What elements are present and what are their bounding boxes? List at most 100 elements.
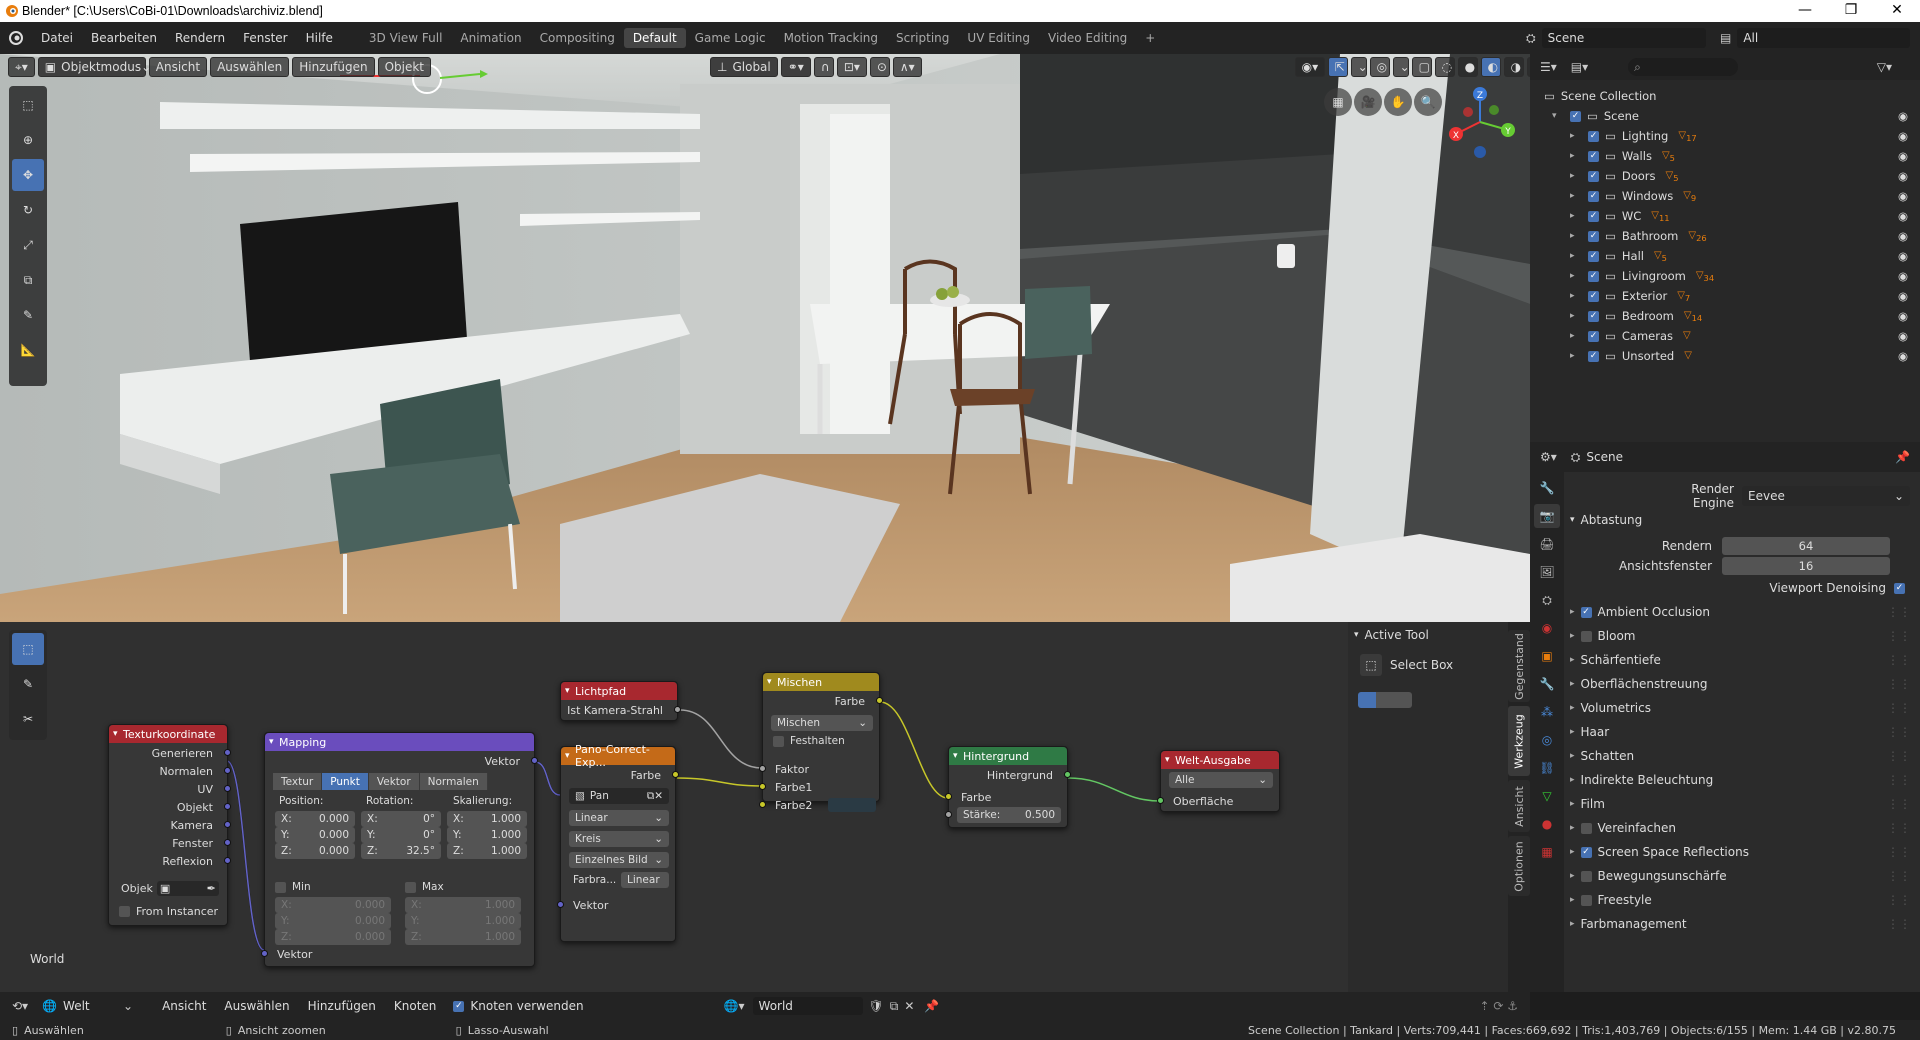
image-actions-icon[interactable]: ⧉✕ [647, 790, 663, 803]
menu-fenster[interactable]: Fenster [234, 31, 297, 45]
workspace-tab[interactable]: Compositing [531, 28, 624, 48]
data-tab[interactable]: ▽ [1534, 784, 1560, 808]
mapping-max-x-field[interactable]: X: 1.000 [405, 897, 521, 913]
node-header[interactable]: Welt-Ausgabe [1161, 751, 1279, 769]
snap-dropdown[interactable]: ⊡▾ [836, 57, 867, 77]
mapping-scale-z-field[interactable]: Z: 1.000 [447, 843, 527, 859]
viewlayer-selector[interactable]: ▤ All [1720, 27, 1910, 49]
panel-vereinfachen[interactable]: ▸ Vereinfachen ⋮⋮ [1570, 818, 1915, 838]
use-nodes-checkbox[interactable]: ✓ [453, 1000, 465, 1012]
panel-bloom[interactable]: ▸ Bloom ⋮⋮ [1570, 626, 1915, 646]
outliner-collection-walls[interactable]: ▸ ✓ ▭ Walls ▽5 ◉ [1530, 146, 1920, 166]
select-mode-extend[interactable] [1376, 692, 1394, 708]
mapping-position-y-field[interactable]: Y: 0.000 [275, 827, 355, 843]
shading-material[interactable]: ◐ [1480, 57, 1501, 77]
editor-type-icon[interactable]: ⟲▾ [12, 999, 28, 1013]
falloff-dropdown[interactable]: ∧▾ [892, 57, 922, 77]
menu-rendern[interactable]: Rendern [166, 31, 234, 45]
outliner-collection-exterior[interactable]: ▸ ✓ ▭ Exterior ▽7 ◉ [1530, 286, 1920, 306]
tab-normalen[interactable]: Normalen [419, 773, 488, 790]
mapping-min-z-field[interactable]: Z: 0.000 [275, 929, 391, 945]
input-socket[interactable] [759, 765, 766, 772]
visibility-dropdown[interactable]: ◉▾ [1294, 57, 1325, 77]
drag-handle-icon[interactable]: ⋮⋮ [1887, 893, 1911, 907]
perspective-toggle[interactable]: ▦ [1324, 88, 1352, 116]
outliner-collection-cameras[interactable]: ▸ ✓ ▭ Cameras ▽ ◉ [1530, 326, 1920, 346]
display-mode-icon[interactable]: ▤▾ [1571, 60, 1588, 74]
mapping-rotation-x-field[interactable]: X: 0° [361, 811, 441, 827]
node-header[interactable]: Texturkoordinate [109, 725, 227, 743]
input-socket[interactable] [557, 901, 564, 908]
chevron-right-icon[interactable]: ▸ [1570, 271, 1582, 281]
mapping-scale-y-field[interactable]: Y: 1.000 [447, 827, 527, 843]
mapping-min-y-field[interactable]: Y: 0.000 [275, 913, 391, 929]
drag-handle-icon[interactable]: ⋮⋮ [1887, 653, 1911, 667]
close-button[interactable]: ✕ [1874, 0, 1920, 22]
output-socket[interactable] [674, 706, 681, 713]
eyedropper-icon[interactable]: ✒ [207, 882, 216, 895]
view-layer-tab[interactable]: 🖼 [1534, 560, 1560, 584]
tab-optionen[interactable]: Optionen [1508, 836, 1530, 896]
proportional-toggle[interactable]: ⊙ [869, 57, 890, 77]
chevron-right-icon[interactable]: ▸ [1570, 311, 1582, 321]
node-light-path[interactable]: Lichtpfad Ist Kamera-Strahl [560, 681, 681, 721]
outliner-search-input[interactable]: ⌕ [1628, 58, 1739, 76]
viewlayer-name-field[interactable]: All [1737, 28, 1910, 48]
outliner-collection-bedroom[interactable]: ▸ ✓ ▭ Bedroom ▽14 ◉ [1530, 306, 1920, 326]
output-socket[interactable] [224, 857, 231, 864]
node-background[interactable]: Hintergrund Hintergrund Farbe Stärke: 0.5… [945, 746, 1071, 828]
viewport-denoising-checkbox[interactable]: ✓ [1894, 582, 1905, 594]
node-world-output[interactable]: Welt-Ausgabe Alle ⌄ Oberfläche [1157, 750, 1280, 812]
drag-handle-icon[interactable]: ⋮⋮ [1887, 749, 1911, 763]
output-socket[interactable] [224, 785, 231, 792]
workspace-tab[interactable]: Animation [451, 28, 530, 48]
panel-enable-checkbox[interactable] [1580, 870, 1592, 882]
tab-vektor[interactable]: Vektor [368, 773, 420, 790]
object-field[interactable]: ▣ ✒ [156, 880, 219, 896]
node-environment-texture[interactable]: Pano-Correct-Exp... Farbe ▧ Pan ⧉✕ Linear ⌄… [557, 743, 679, 942]
eye-icon[interactable]: ◉ [1898, 209, 1908, 223]
mapping-min-x-field[interactable]: X: 0.000 [275, 897, 391, 913]
color-space-dropdown[interactable]: Linear [621, 872, 669, 888]
mapping-rotation-y-field[interactable]: Y: 0° [361, 827, 441, 843]
outliner-collection-bathroom[interactable]: ▸ ✓ ▭ Bathroom ▽26 ◉ [1530, 226, 1920, 246]
projection-dropdown[interactable]: Kreis ⌄ [569, 831, 669, 847]
drag-handle-icon[interactable]: ⋮⋮ [1887, 797, 1911, 811]
mapping-max-y-field[interactable]: Y: 1.000 [405, 913, 521, 929]
shader-type-dropdown[interactable]: Welt [63, 999, 123, 1013]
workspace-tab[interactable]: Scripting [887, 28, 958, 48]
mode-dropdown[interactable]: ▣ Objektmodus ⌄ [37, 57, 151, 77]
chevron-right-icon[interactable]: ▸ [1570, 211, 1582, 221]
eye-icon[interactable]: ◉ [1898, 269, 1908, 283]
workspace-tab[interactable]: Motion Tracking [775, 28, 887, 48]
scene-selector[interactable]: ⛭ Scene [1526, 27, 1706, 49]
output-tab[interactable]: 🖨 [1534, 532, 1560, 556]
scene-name-field[interactable]: Scene [1541, 28, 1706, 48]
active-tool-item[interactable]: ⬚ Select Box [1360, 654, 1453, 676]
outliner-collection-livingroom[interactable]: ▸ ✓ ▭ Livingroom ▽34 ◉ [1530, 266, 1920, 286]
drag-handle-icon[interactable]: ⋮⋮ [1887, 917, 1911, 931]
panel-film[interactable]: ▸ Film ⋮⋮ [1570, 794, 1915, 814]
outliner-collection-unsorted[interactable]: ▸ ✓ ▭ Unsorted ▽ ◉ [1530, 346, 1920, 366]
menu-objekt[interactable]: Objekt [377, 57, 432, 77]
select-box-tool[interactable]: ⬚ [12, 89, 44, 121]
menu-ansicht[interactable]: Ansicht [148, 57, 208, 77]
node-header[interactable]: Lichtpfad [561, 682, 677, 700]
output-socket[interactable] [531, 757, 538, 764]
input-socket[interactable] [759, 783, 766, 790]
outliner-scene-collection[interactable]: ▭ Scene Collection [1530, 86, 1920, 106]
menu-hinzufuegen[interactable]: Hinzufügen [299, 999, 385, 1013]
exclude-checkbox[interactable]: ✓ [1588, 310, 1599, 322]
tab-punkt[interactable]: Punkt [322, 773, 369, 790]
eye-icon[interactable]: ◉ [1898, 229, 1908, 243]
image-selector[interactable]: ▧ Pan ⧉✕ [569, 788, 669, 804]
exclude-checkbox[interactable]: ✓ [1588, 250, 1599, 262]
workspace-tab-active[interactable]: Default [623, 28, 686, 48]
output-socket[interactable] [224, 821, 231, 828]
render-engine-dropdown[interactable]: Eevee ⌄ [1742, 486, 1910, 506]
object-tab[interactable]: ▣ [1534, 644, 1560, 668]
panel-schatten[interactable]: ▸ Schatten ⋮⋮ [1570, 746, 1915, 766]
duplicate-icon[interactable]: ⧉ [890, 999, 899, 1014]
3d-viewport[interactable]: ⌖▾ ▣ Objektmodus ⌄ Ansicht Auswählen Hin… [0, 54, 1530, 622]
output-socket[interactable] [672, 771, 679, 778]
